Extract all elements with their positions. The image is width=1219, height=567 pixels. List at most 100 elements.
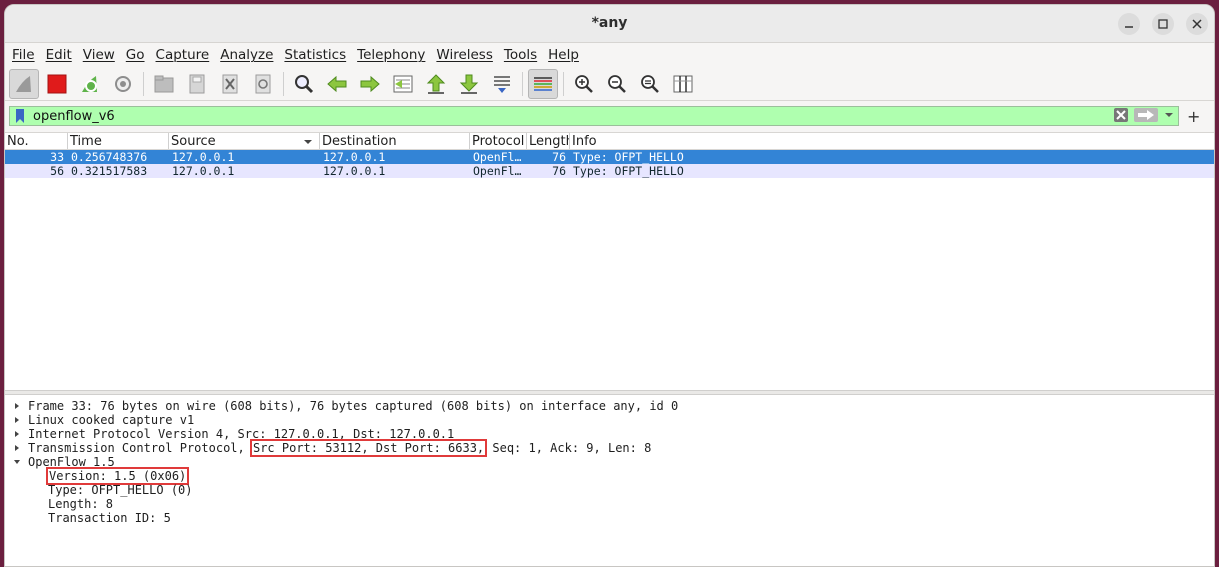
menu-wireless[interactable]: Wireless [436,47,493,63]
packet-no: 33 [50,150,64,164]
zoom-in-icon [575,74,593,93]
packet-protocol: OpenFl… [473,150,522,164]
packet-info: Type: OFPT_HELLO [573,150,684,164]
start-capture-button[interactable] [9,68,39,99]
stop-capture-button[interactable] [42,69,72,99]
expand-arrow-icon[interactable] [12,427,22,441]
menu-capture[interactable]: Capture [156,47,210,63]
go-to-packet-button[interactable] [388,69,418,99]
column-time[interactable]: Time [68,133,169,149]
menu-view[interactable]: View [83,47,115,63]
save-file-button[interactable] [182,69,212,99]
minimize-button[interactable] [1118,13,1140,35]
chevron-down-icon[interactable] [1164,110,1174,120]
tree-item-ipv4[interactable]: Internet Protocol Version 4, Src: 127.0.… [5,427,1214,441]
packet-row[interactable]: 56 0.321517583 127.0.0.1 127.0.0.1 OpenF… [5,164,1214,178]
column-no[interactable]: No. [5,133,68,149]
packet-destination: 127.0.0.1 [323,150,386,164]
restart-capture-button[interactable] [75,69,105,99]
bookmark-button[interactable] [13,107,27,125]
reload-file-button[interactable] [248,69,278,99]
expand-arrow-icon[interactable] [12,399,22,413]
reload-icon [255,74,271,93]
tree-item-openflow[interactable]: OpenFlow 1.5 [5,455,1214,469]
toolbar-separator [522,71,523,96]
resize-columns-button[interactable] [668,69,698,99]
normal-size-button[interactable] [635,69,665,99]
colorize-icon [534,76,552,91]
menu-telephony[interactable]: Telephony [357,47,425,63]
colorize-button[interactable] [528,68,558,99]
tree-item-version[interactable]: Version: 1.5 (0x06) [5,467,1214,485]
packet-list-header: No. Time Source Destination Protocol Len… [5,133,1214,150]
collapse-arrow-icon[interactable] [12,455,22,469]
add-filter-button[interactable]: + [1187,107,1200,126]
main-toolbar [5,67,1214,101]
packet-no: 56 [50,164,64,178]
open-file-button[interactable] [149,69,179,99]
zoom-reset-icon [641,74,659,93]
find-packet-button[interactable] [289,69,319,99]
menu-statistics[interactable]: Statistics [284,47,346,63]
wireshark-window: *any File Edit View Go Capture Analyze S… [4,4,1215,567]
column-length[interactable]: Length [527,133,570,149]
column-destination[interactable]: Destination [320,133,470,149]
tree-item-linux-cooked[interactable]: Linux cooked capture v1 [5,413,1214,427]
menu-edit[interactable]: Edit [46,47,72,63]
folder-icon [154,75,174,92]
menu-file[interactable]: File [12,47,35,63]
go-to-packet-icon [393,75,413,92]
maximize-icon [1158,19,1168,29]
shark-fin-icon [16,75,31,92]
packet-destination: 127.0.0.1 [323,164,386,178]
column-info[interactable]: Info [570,133,1214,149]
tree-item-label: Transaction ID: 5 [48,511,171,525]
tree-item-type[interactable]: Type: OFPT_HELLO (0) [5,483,1214,497]
display-filter-bar: openflow_v6 + [5,101,1214,131]
maximize-button[interactable] [1152,13,1174,35]
tree-item-label: OpenFlow 1.5 [28,455,115,469]
menu-go[interactable]: Go [126,47,145,63]
clear-filter-icon[interactable] [1114,108,1128,122]
expand-arrow-icon[interactable] [12,441,22,455]
zoom-in-button[interactable] [569,69,599,99]
save-icon [189,74,205,93]
display-filter-input[interactable]: openflow_v6 [9,106,1179,126]
packet-time: 0.256748376 [71,150,148,164]
zoom-out-icon [608,74,626,93]
tree-item-label: Internet Protocol Version 4, Src: 127.0.… [28,427,455,441]
packet-list: No. Time Source Destination Protocol Len… [5,132,1214,390]
close-file-button[interactable] [215,69,245,99]
stop-icon [47,74,67,93]
restart-icon [82,75,97,92]
first-packet-button[interactable] [421,69,451,99]
tree-item-label: Type: OFPT_HELLO (0) [48,483,193,497]
menu-analyze[interactable]: Analyze [220,47,273,63]
packet-length: 76 [552,150,566,164]
close-file-icon [222,74,238,93]
packet-row[interactable]: 33 0.256748376 127.0.0.1 127.0.0.1 OpenF… [5,150,1214,164]
menu-tools[interactable]: Tools [504,47,537,63]
tree-item-frame[interactable]: Frame 33: 76 bytes on wire (608 bits), 7… [5,399,1214,413]
close-icon [1192,19,1202,29]
go-back-button[interactable] [322,69,352,99]
last-packet-button[interactable] [454,69,484,99]
column-protocol[interactable]: Protocol [470,133,527,149]
apply-filter-icon[interactable] [1134,108,1158,122]
arrow-up-icon [426,73,446,94]
go-forward-button[interactable] [355,69,385,99]
minimize-icon [1125,26,1133,28]
tree-item-xid[interactable]: Transaction ID: 5 [5,511,1214,525]
menu-help[interactable]: Help [548,47,579,63]
tree-item-length[interactable]: Length: 8 [5,497,1214,511]
autoscroll-button[interactable] [487,69,517,99]
tree-item-label: Frame 33: 76 bytes on wire (608 bits), 7… [28,399,679,413]
close-button[interactable] [1186,13,1208,35]
expand-arrow-icon[interactable] [12,413,22,427]
tree-item-tcp[interactable]: Transmission Control Protocol, Src Port:… [5,439,1214,457]
capture-options-button[interactable] [108,69,138,99]
sort-descending-icon [304,140,312,144]
packet-source: 127.0.0.1 [172,150,235,164]
column-source[interactable]: Source [169,133,320,149]
zoom-out-button[interactable] [602,69,632,99]
